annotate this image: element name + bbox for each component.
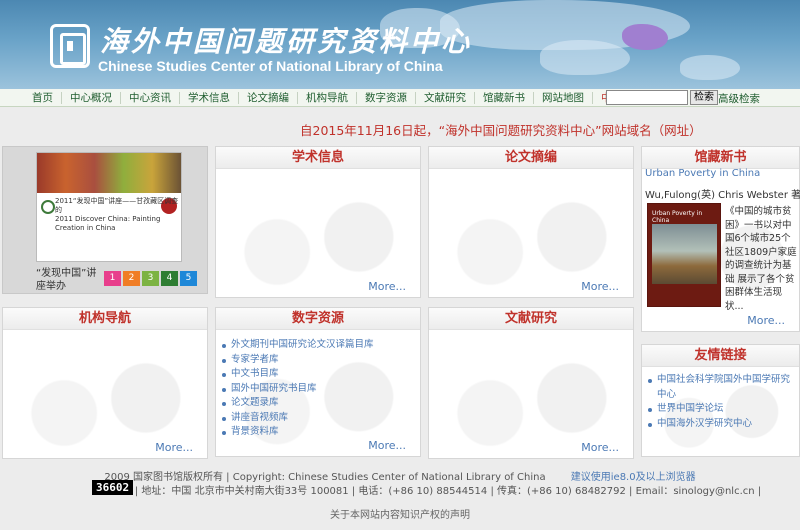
nav-new-books[interactable]: 馆藏新书 (475, 91, 534, 104)
announcement-marquee[interactable]: 自2015年11月16日起，“海外中国问题研究资料中心”网站域名（网址）更新 (300, 120, 694, 139)
digital-item[interactable]: 外文期刊中国研究论文汉译篇目库 (222, 338, 420, 353)
abstracts-more-link[interactable]: More... (581, 280, 619, 293)
announcement-text[interactable]: 自2015年11月16日起，“海外中国问题研究资料中心”网站域名（网址）更新 (300, 123, 694, 138)
book-author: Wu,Fulong(英) Chris Webster 著 (645, 190, 800, 201)
literature-title[interactable]: 文献研究 (429, 308, 633, 330)
link-item[interactable]: 世界中国学论坛 (648, 402, 799, 417)
slide-subtitle: 2011 Discover China: Painting Creation i… (55, 215, 161, 232)
digital-item[interactable]: 专家学者库 (222, 353, 420, 368)
ip-statement-link[interactable]: 关于本网站内容知识产权的声明 (0, 506, 800, 521)
academic-panel: 学术信息 More... (215, 146, 421, 298)
slide-pager: 1 2 3 4 5 (104, 271, 197, 286)
search-input[interactable] (606, 90, 688, 105)
slide-dot-2[interactable]: 2 (123, 271, 140, 286)
slide-title: 2011“发现中国”讲座——甘孜藏区调查的 (55, 197, 179, 214)
institutions-more-link[interactable]: More... (155, 441, 193, 454)
digital-panel: 数字资源 外文期刊中国研究论文汉译篇目库 专家学者库 中文书目库 国外中国研究书… (215, 307, 421, 457)
slide-painting (37, 153, 181, 193)
collection-more-link[interactable]: More... (747, 314, 785, 327)
slide-text: 2011“发现中国”讲座——甘孜藏区调查的 2011 Discover Chin… (55, 197, 181, 233)
literature-more-link[interactable]: More... (581, 441, 619, 454)
search-button[interactable]: 检索 (690, 90, 718, 105)
nav-about[interactable]: 中心概况 (62, 91, 121, 104)
digital-item[interactable]: 讲座音视频库 (222, 411, 420, 426)
book-cover-photo (652, 224, 717, 284)
site-title-cn: 海外中国问题研究资料中心 (100, 25, 473, 58)
nav-abstracts[interactable]: 论文摘编 (239, 91, 298, 104)
slide-logo-left (41, 200, 55, 214)
book-description: 《中国的城市贫困》一书以对中国6个城市25个社区1809户家庭的调查统计为基础 … (725, 206, 797, 312)
links-panel: 友情链接 中国社会科学院国外中国学研究中心 世界中国学论坛 中国海外汉学研究中心 (641, 344, 800, 457)
digital-item[interactable]: 国外中国研究书目库 (222, 382, 420, 397)
digital-item[interactable]: 背景资料库 (222, 425, 420, 440)
world-map-seasia (680, 55, 740, 80)
academic-title[interactable]: 学术信息 (216, 147, 420, 169)
links-title[interactable]: 友情链接 (642, 345, 799, 367)
footer-address: | 地址：中国 北京市中关村南大街33号 100081 | 电话：(+86 10… (134, 486, 762, 497)
digital-item[interactable]: 论文题录库 (222, 396, 420, 411)
advanced-search-link[interactable]: 高级检索 (718, 91, 760, 106)
book-cover[interactable]: Urban Poverty in China (647, 203, 721, 307)
nav-sitemap[interactable]: 网站地图 (534, 91, 593, 104)
slide-dot-3[interactable]: 3 (142, 271, 159, 286)
abstracts-panel: 论文摘编 More... (428, 146, 634, 298)
world-map-china (622, 24, 668, 50)
nav-news[interactable]: 中心资讯 (121, 91, 180, 104)
site-header: 海外中国问题研究资料中心 Chinese Studies Center of N… (0, 0, 800, 89)
book-title-link[interactable]: Urban Poverty in China (645, 168, 760, 179)
institutions-title[interactable]: 机构导航 (3, 308, 207, 330)
academic-more-link[interactable]: More... (368, 280, 406, 293)
nav-digital[interactable]: 数字资源 (357, 91, 416, 104)
link-item[interactable]: 中国社会科学院国外中国学研究中心 (648, 373, 799, 402)
link-item[interactable]: 中国海外汉学研究中心 (648, 417, 799, 432)
nlc-logo-icon[interactable] (50, 24, 90, 68)
book-cover-title: Urban Poverty in China (652, 210, 703, 224)
digital-title[interactable]: 数字资源 (216, 308, 420, 330)
institutions-panel: 机构导航 More... (2, 307, 208, 459)
site-title-en: Chinese Studies Center of National Libra… (98, 58, 443, 74)
slide-image[interactable]: 2011“发现中国”讲座——甘孜藏区调查的 2011 Discover Chin… (36, 152, 182, 262)
nav-institutions[interactable]: 机构导航 (298, 91, 357, 104)
slide-caption[interactable]: “发现中国”讲座举办 (36, 267, 102, 293)
digital-list: 外文期刊中国研究论文汉译篇目库 专家学者库 中文书目库 国外中国研究书目库 论文… (216, 330, 420, 440)
slide-dot-5[interactable]: 5 (180, 271, 197, 286)
nav-academic[interactable]: 学术信息 (180, 91, 239, 104)
literature-panel: 文献研究 More... (428, 307, 634, 459)
abstracts-title[interactable]: 论文摘编 (429, 147, 633, 169)
slide-dot-1[interactable]: 1 (104, 271, 121, 286)
links-list: 中国社会科学院国外中国学研究中心 世界中国学论坛 中国海外汉学研究中心 (642, 367, 799, 431)
slide-dot-4[interactable]: 4 (161, 271, 178, 286)
world-map-india (540, 40, 630, 75)
digital-item[interactable]: 中文书目库 (222, 367, 420, 382)
nav-literature[interactable]: 文献研究 (416, 91, 475, 104)
digital-more-link[interactable]: More... (368, 439, 406, 452)
nav-home[interactable]: 首页 (0, 91, 62, 104)
collection-title[interactable]: 馆藏新书 (642, 147, 799, 169)
